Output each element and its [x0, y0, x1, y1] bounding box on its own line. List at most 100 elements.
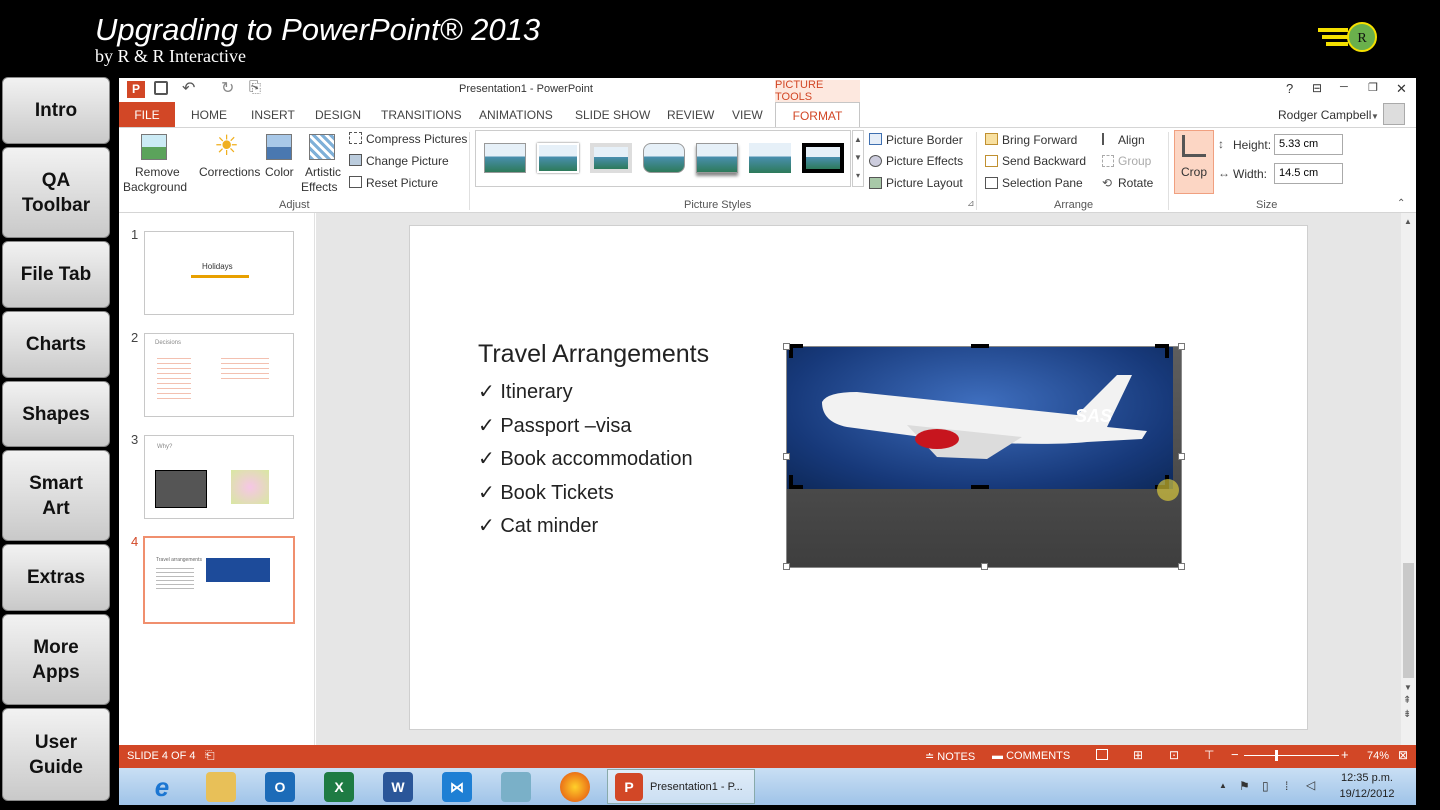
- file-explorer-icon[interactable]: [206, 772, 236, 802]
- slide-sorter-icon[interactable]: ⊞: [1133, 748, 1143, 762]
- height-input[interactable]: 5.33 cm: [1274, 134, 1343, 155]
- selection-pane-button[interactable]: Selection Pane: [1002, 176, 1083, 190]
- compress-pictures-icon[interactable]: [349, 132, 362, 144]
- width-input[interactable]: 14.5 cm: [1274, 163, 1343, 184]
- slide-thumbnail-3[interactable]: Why?: [144, 435, 294, 519]
- resize-handle[interactable]: [1178, 343, 1185, 350]
- picture-border-button[interactable]: Picture Border: [886, 133, 963, 147]
- excel-icon[interactable]: X: [324, 772, 354, 802]
- corrections-label[interactable]: Corrections: [199, 165, 260, 179]
- resize-handle[interactable]: [783, 343, 790, 350]
- zoom-in-icon[interactable]: +: [1341, 747, 1349, 762]
- action-center-flag-icon[interactable]: ⚑: [1239, 779, 1250, 793]
- crop-handle[interactable]: [971, 485, 989, 489]
- picture-effects-icon[interactable]: [869, 155, 882, 167]
- crop-handle[interactable]: [971, 344, 989, 348]
- show-hidden-icons-icon[interactable]: ▲: [1219, 781, 1227, 790]
- user-name[interactable]: Rodger Campbell: [1278, 108, 1371, 122]
- scroll-up-icon[interactable]: ▲: [1404, 217, 1412, 226]
- visual-studio-icon[interactable]: ⋈: [442, 772, 472, 802]
- picture-style-thumb[interactable]: [749, 143, 791, 173]
- slide-canvas[interactable]: Travel Arrangements ✓ Itinerary ✓ Passpo…: [409, 225, 1308, 730]
- user-menu-chevron-icon[interactable]: ▼: [1371, 112, 1379, 121]
- tab-home[interactable]: HOME: [191, 108, 227, 122]
- reset-picture-button[interactable]: Reset Picture: [366, 176, 438, 190]
- color-icon[interactable]: [266, 134, 292, 160]
- zoom-slider[interactable]: [1244, 755, 1339, 756]
- taskbar-powerpoint-button[interactable]: P Presentation1 - P...: [607, 769, 755, 804]
- nav-user-guide-button[interactable]: User Guide: [2, 708, 110, 801]
- word-icon[interactable]: W: [383, 772, 413, 802]
- bullet-item[interactable]: ✓ Book Tickets: [478, 480, 614, 505]
- nav-extras-button[interactable]: Extras: [2, 544, 110, 611]
- color-label[interactable]: Color: [265, 165, 294, 179]
- dialog-launcher-icon[interactable]: ⊿: [967, 198, 975, 209]
- collapse-ribbon-chevron-icon[interactable]: ⌃: [1397, 198, 1405, 209]
- remove-background-icon[interactable]: [141, 134, 167, 160]
- group-button[interactable]: Group: [1118, 154, 1151, 168]
- reset-picture-icon[interactable]: [349, 176, 362, 188]
- resize-handle[interactable]: [981, 563, 988, 570]
- gallery-scroll-icon[interactable]: ▲ ▼ ▾: [852, 130, 864, 187]
- change-picture-icon[interactable]: [349, 154, 362, 166]
- align-button[interactable]: Align: [1118, 133, 1145, 147]
- minimize-button[interactable]: ─: [1340, 81, 1348, 93]
- tab-transitions[interactable]: TRANSITIONS: [381, 108, 462, 122]
- artistic-effects-icon[interactable]: [309, 134, 335, 160]
- vertical-scrollbar[interactable]: ▲ ▼ ⇞ ⇟: [1401, 213, 1416, 745]
- comments-button[interactable]: ▬ COMMENTS: [992, 750, 1070, 762]
- volume-icon[interactable]: ◁: [1306, 778, 1315, 792]
- tab-design[interactable]: DESIGN: [315, 108, 361, 122]
- nav-file-tab-button[interactable]: File Tab: [2, 241, 110, 308]
- picture-layout-icon[interactable]: [869, 177, 882, 189]
- resize-handle[interactable]: [1178, 453, 1185, 460]
- remove-background-label-2[interactable]: Background: [123, 180, 187, 194]
- picture-style-thumb[interactable]: [802, 143, 844, 173]
- align-icon[interactable]: [1102, 133, 1114, 145]
- group-icon[interactable]: [1102, 155, 1114, 167]
- nav-qa-toolbar-button[interactable]: QA Toolbar: [2, 147, 110, 238]
- picture-style-thumb[interactable]: [537, 143, 579, 173]
- picture-styles-gallery[interactable]: [475, 130, 851, 187]
- outlook-icon[interactable]: O: [265, 772, 295, 802]
- internet-explorer-icon[interactable]: e: [147, 772, 177, 802]
- rotate-icon[interactable]: ⟲: [1102, 176, 1112, 190]
- help-icon[interactable]: ?: [1286, 81, 1293, 96]
- network-icon[interactable]: ⁞: [1285, 779, 1288, 793]
- picture-effects-button[interactable]: Picture Effects: [886, 154, 963, 168]
- crop-handle[interactable]: [789, 475, 803, 489]
- start-from-beginning-icon[interactable]: ⎘: [249, 79, 261, 96]
- artistic-effects-label-1[interactable]: Artistic: [305, 165, 341, 179]
- tab-review[interactable]: REVIEW: [667, 108, 714, 122]
- slide-title[interactable]: Travel Arrangements: [478, 340, 709, 369]
- bullet-item[interactable]: ✓ Itinerary: [478, 379, 573, 404]
- picture-style-thumb[interactable]: [484, 143, 526, 173]
- corrections-sun-icon[interactable]: ☀: [214, 131, 239, 161]
- tab-file[interactable]: FILE: [119, 102, 175, 127]
- tab-insert[interactable]: INSERT: [251, 108, 295, 122]
- scroll-thumb[interactable]: [1403, 563, 1414, 678]
- restore-button[interactable]: ❐: [1368, 81, 1378, 94]
- resize-handle[interactable]: [783, 453, 790, 460]
- crop-handle[interactable]: [1155, 344, 1169, 358]
- scroll-down-icon[interactable]: ▼: [1404, 683, 1412, 692]
- power-icon[interactable]: ▯: [1262, 779, 1269, 793]
- avatar[interactable]: [1383, 103, 1405, 125]
- nav-intro-button[interactable]: Intro: [2, 77, 110, 144]
- nav-charts-button[interactable]: Charts: [2, 311, 110, 378]
- remove-background-label-1[interactable]: Remove: [135, 165, 180, 179]
- picture-style-thumb[interactable]: [643, 143, 685, 173]
- slide-show-icon[interactable]: ⊤: [1204, 748, 1214, 762]
- airplane-picture[interactable]: SAS: [783, 343, 1185, 570]
- bring-forward-icon[interactable]: [985, 133, 998, 145]
- undo-icon[interactable]: ↶: [182, 78, 195, 98]
- nav-shapes-button[interactable]: Shapes: [2, 381, 110, 447]
- ribbon-display-options-icon[interactable]: ⊟: [1312, 81, 1322, 95]
- artistic-effects-label-2[interactable]: Effects: [301, 180, 337, 194]
- change-picture-button[interactable]: Change Picture: [366, 154, 449, 168]
- picture-layout-button[interactable]: Picture Layout: [886, 176, 963, 190]
- crop-button[interactable]: Crop: [1174, 130, 1214, 194]
- tab-view[interactable]: VIEW: [732, 108, 763, 122]
- slide-thumbnail-2[interactable]: Decisions: [144, 333, 294, 417]
- clock-time[interactable]: 12:35 p.m.: [1337, 772, 1397, 784]
